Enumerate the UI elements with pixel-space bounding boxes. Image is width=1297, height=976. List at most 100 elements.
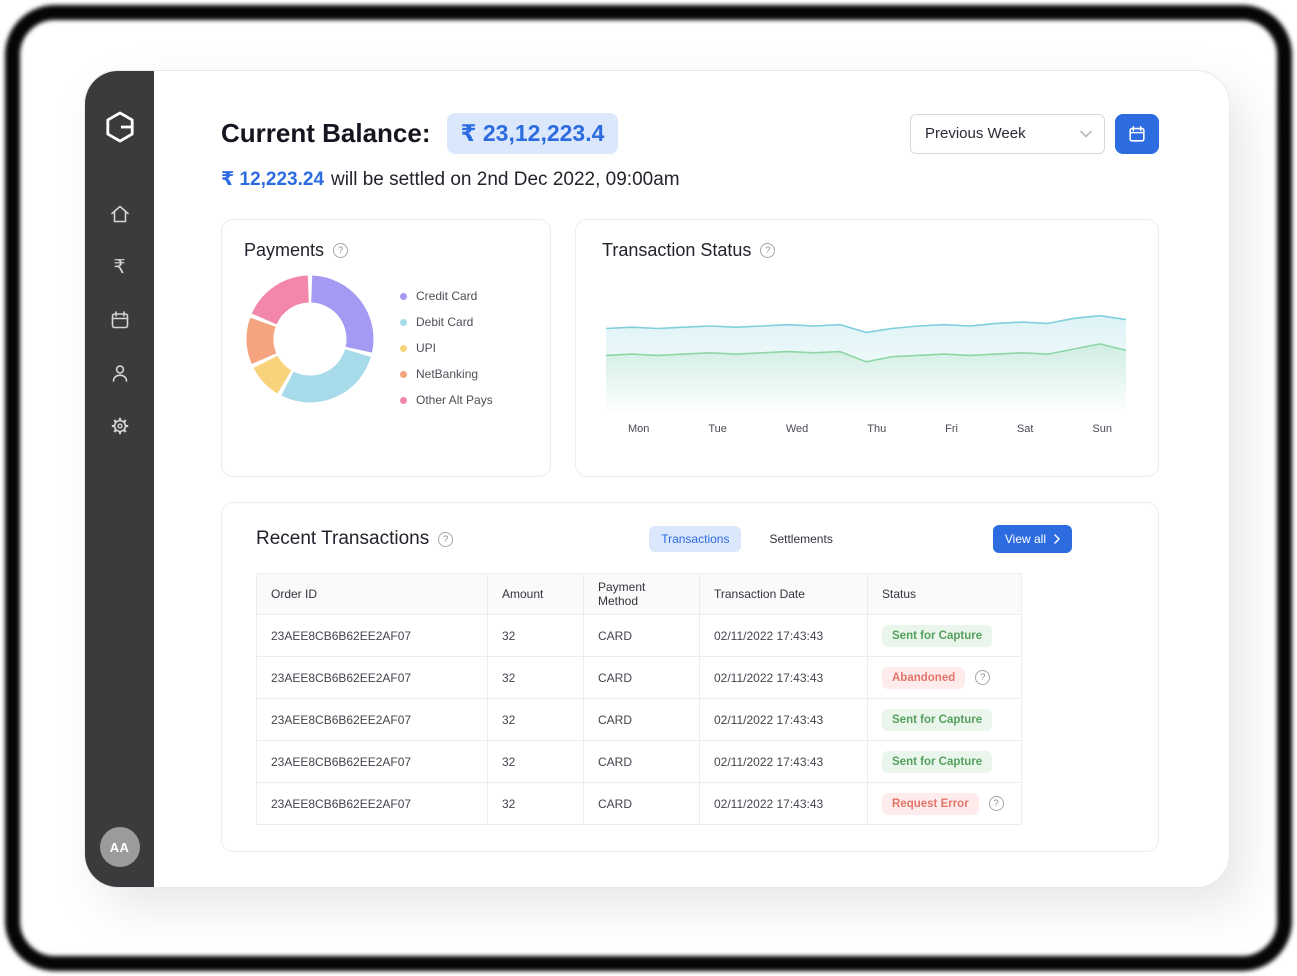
help-icon[interactable]: ? <box>975 670 990 685</box>
period-select[interactable]: Previous Week <box>910 114 1105 154</box>
x-axis-label: Wed <box>786 423 808 435</box>
cell-transaction-date: 02/11/2022 17:43:43 <box>699 698 867 740</box>
legend-item: Other Alt Pays <box>400 393 493 407</box>
period-select-value: Previous Week <box>925 125 1026 142</box>
avatar[interactable]: AA <box>100 827 140 867</box>
legend-dot <box>400 371 407 378</box>
calendar-icon <box>109 309 131 331</box>
column-header: Order ID <box>257 574 487 614</box>
x-axis-label: Sat <box>1017 423 1034 435</box>
summary-cards-row: Payments ? Credit Card Debit Card UPI NetBa… <box>221 219 1159 477</box>
sidebar-nav: ₹ <box>108 202 132 438</box>
legend-label: NetBanking <box>416 367 478 381</box>
help-icon[interactable]: ? <box>333 243 348 258</box>
legend-item: UPI <box>400 341 493 355</box>
x-axis-labels: Mon Tue Wed Thu Fri Sat Sun <box>602 423 1132 435</box>
legend-item: Credit Card <box>400 289 493 303</box>
view-all-label: View all <box>1005 532 1046 546</box>
cell-payment-method: CARD <box>583 782 699 824</box>
cell-amount: 32 <box>487 614 583 656</box>
cell-amount: 32 <box>487 782 583 824</box>
cell-amount: 32 <box>487 656 583 698</box>
sidebar: ₹ <box>85 71 154 887</box>
status-badge: Sent for Capture <box>882 751 992 773</box>
legend-label: Other Alt Pays <box>416 393 493 407</box>
legend-label: UPI <box>416 341 436 355</box>
tab-transactions[interactable]: Transactions <box>649 526 741 552</box>
cell-payment-method: CARD <box>583 740 699 782</box>
x-axis-label: Sun <box>1092 423 1112 435</box>
transaction-status-chart <box>606 285 1126 413</box>
home-icon <box>109 203 131 225</box>
cell-payment-method: CARD <box>583 656 699 698</box>
cell-transaction-date: 02/11/2022 17:43:43 <box>699 782 867 824</box>
payments-body: Credit Card Debit Card UPI NetBanking Other … <box>244 273 528 407</box>
x-axis-label: Mon <box>628 423 649 435</box>
settlement-text: will be settled on 2nd Dec 2022, 09:00am <box>331 169 680 191</box>
cell-payment-method: CARD <box>583 698 699 740</box>
column-header: Payment Method <box>583 574 699 614</box>
balance-label: Current Balance: <box>221 118 431 149</box>
cell-amount: 32 <box>487 698 583 740</box>
header-controls: Previous Week <box>910 114 1159 154</box>
status-badge: Request Error <box>882 793 979 815</box>
sidebar-item-customers[interactable] <box>108 361 132 385</box>
cell-payment-method: CARD <box>583 614 699 656</box>
app-logo <box>105 111 135 148</box>
legend-dot <box>400 319 407 326</box>
gear-icon <box>109 415 131 437</box>
recent-transactions-card: Recent Transactions ? Transactions Settl… <box>221 502 1159 852</box>
view-all-button[interactable]: View all <box>993 525 1072 553</box>
settlement-amount: ₹ 12,223.24 <box>221 168 324 191</box>
cell-order-id: 23AEE8CB6B62EE2AF07 <box>257 740 487 782</box>
app-window: ₹ <box>84 70 1230 888</box>
x-axis-label: Thu <box>867 423 886 435</box>
cell-status: Abandoned? <box>867 656 1021 698</box>
sidebar-item-payments[interactable]: ₹ <box>108 255 132 279</box>
sidebar-item-settlements[interactable] <box>108 308 132 332</box>
calendar-button[interactable] <box>1115 114 1159 154</box>
payments-legend: Credit Card Debit Card UPI NetBanking Other … <box>400 289 493 407</box>
cell-order-id: 23AEE8CB6B62EE2AF07 <box>257 614 487 656</box>
status-card-title-row: Transaction Status ? <box>602 240 1132 261</box>
legend-item: NetBanking <box>400 367 493 381</box>
cell-transaction-date: 02/11/2022 17:43:43 <box>699 656 867 698</box>
user-icon <box>109 362 131 384</box>
sidebar-item-home[interactable] <box>108 202 132 226</box>
legend-item: Debit Card <box>400 315 493 329</box>
sidebar-item-settings[interactable] <box>108 414 132 438</box>
transaction-status-card: Transaction Status ? Mon Tue Wed Thu Fri Sat S… <box>575 219 1159 477</box>
tab-settlements[interactable]: Settlements <box>757 526 844 552</box>
column-header: Transaction Date <box>699 574 867 614</box>
status-badge: Sent for Capture <box>882 625 992 647</box>
legend-label: Credit Card <box>416 289 477 303</box>
payments-donut-chart <box>244 273 376 405</box>
cell-status: Sent for Capture <box>867 740 1021 782</box>
x-axis-label: Fri <box>945 423 958 435</box>
legend-dot <box>400 397 407 404</box>
balance-header: Current Balance: ₹ 23,12,223.4 Previous … <box>221 113 1159 154</box>
x-axis-label: Tue <box>708 423 727 435</box>
cell-order-id: 23AEE8CB6B62EE2AF07 <box>257 782 487 824</box>
cell-amount: 32 <box>487 740 583 782</box>
chevron-right-icon <box>1054 534 1060 544</box>
help-icon[interactable]: ? <box>760 243 775 258</box>
cell-order-id: 23AEE8CB6B62EE2AF07 <box>257 698 487 740</box>
help-icon[interactable]: ? <box>438 532 453 547</box>
help-icon[interactable]: ? <box>989 796 1004 811</box>
payments-card-title-row: Payments ? <box>244 240 528 261</box>
transactions-table: Order IDAmountPayment MethodTransaction … <box>256 573 1022 825</box>
hexagon-g-logo-icon <box>105 111 135 143</box>
transactions-header: Recent Transactions ? Transactions Settl… <box>256 525 1124 553</box>
settlement-line: ₹ 12,223.24 will be settled on 2nd Dec 2… <box>221 168 1159 191</box>
status-badge: Sent for Capture <box>882 709 992 731</box>
rupee-icon: ₹ <box>113 258 125 277</box>
cell-status: Sent for Capture <box>867 698 1021 740</box>
transactions-tabs: Transactions Settlements <box>649 526 845 552</box>
chevron-down-icon <box>1080 130 1092 138</box>
column-header: Amount <box>487 574 583 614</box>
status-title: Transaction Status <box>602 240 751 261</box>
cell-order-id: 23AEE8CB6B62EE2AF07 <box>257 656 487 698</box>
payments-title: Payments <box>244 240 324 261</box>
calendar-icon <box>1127 124 1147 144</box>
